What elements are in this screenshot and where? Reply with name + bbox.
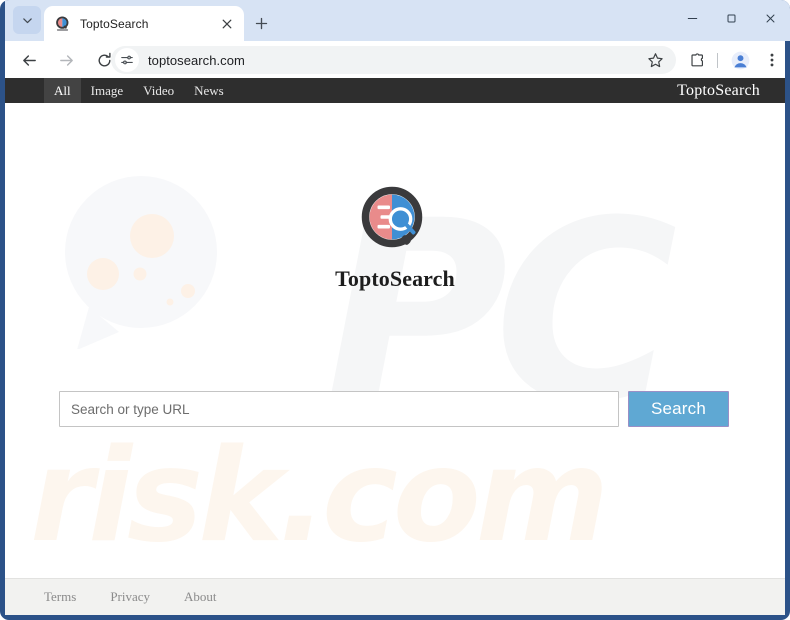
close-x-icon xyxy=(766,14,774,23)
watermark-risk-text: risk.com xyxy=(30,422,609,571)
site-nav-bar: All Image Video News ToptoSearch xyxy=(5,78,785,103)
page-content: PC risk.com All Image Video News ToptoSe… xyxy=(5,78,785,615)
search-row: Search xyxy=(59,391,735,427)
tab-title: ToptoSearch xyxy=(80,16,149,31)
site-nav-item-label: News xyxy=(194,82,224,98)
window-maximize-button[interactable] xyxy=(709,2,753,35)
new-tab-button[interactable] xyxy=(248,10,275,37)
reload-icon xyxy=(98,52,111,66)
browser-tab-toptosearch[interactable]: ToptoSearch xyxy=(44,6,244,41)
site-nav-item-news[interactable]: News xyxy=(184,78,234,103)
maximize-square-icon xyxy=(727,14,735,23)
browser-window: ToptoSearch toptosearch.com PC risk.com … xyxy=(0,0,790,620)
tab-strip: ToptoSearch xyxy=(5,0,790,41)
puzzle-piece-icon xyxy=(690,52,703,66)
close-x-icon xyxy=(222,19,232,28)
toolbar-divider xyxy=(717,53,718,68)
site-nav-item-label: Image xyxy=(90,82,124,98)
back-button[interactable] xyxy=(16,47,42,73)
footer-link-about[interactable]: About xyxy=(184,589,217,605)
site-nav-item-image[interactable]: Image xyxy=(81,78,133,103)
watermark-layer: PC risk.com xyxy=(5,78,785,615)
logo-block: ToptoSearch xyxy=(5,186,785,292)
site-settings-tune-icon[interactable] xyxy=(115,48,139,72)
logo-wordmark: ToptoSearch xyxy=(335,266,455,291)
window-minimize-button[interactable] xyxy=(670,2,714,35)
site-nav-item-all[interactable]: All xyxy=(44,78,81,103)
profile-avatar-icon xyxy=(731,51,749,69)
site-nav-items: All Image Video News xyxy=(44,78,234,103)
logo-magnifier-eq-icon xyxy=(361,186,423,248)
tune-sliders-icon xyxy=(121,55,133,65)
three-dot-menu-icon xyxy=(770,53,774,67)
address-bar-url-text: toptosearch.com xyxy=(148,52,245,68)
search-input[interactable] xyxy=(59,391,619,427)
back-arrow-icon xyxy=(22,54,36,66)
footer-link-privacy[interactable]: Privacy xyxy=(110,589,150,605)
site-nav-item-video[interactable]: Video xyxy=(133,78,184,103)
site-nav-item-label: All xyxy=(54,82,71,98)
forward-button xyxy=(53,47,79,73)
toptosearch-logo-mark xyxy=(358,186,432,260)
address-bar[interactable]: toptosearch.com xyxy=(111,46,676,74)
minimize-icon xyxy=(687,17,697,20)
profile-avatar[interactable] xyxy=(727,47,753,73)
search-button[interactable]: Search xyxy=(628,391,729,427)
site-nav-item-label: Video xyxy=(143,82,175,98)
chrome-menu-button[interactable] xyxy=(760,47,784,73)
plus-icon xyxy=(255,17,268,30)
bookmark-star-button[interactable] xyxy=(642,47,668,73)
extensions-button[interactable] xyxy=(684,47,710,73)
tab-close-icon[interactable] xyxy=(218,15,236,33)
browser-toolbar: toptosearch.com xyxy=(5,41,785,78)
footer-link-terms[interactable]: Terms xyxy=(44,589,76,605)
favicon-glyph xyxy=(56,15,69,31)
toptosearch-favicon xyxy=(55,15,71,32)
star-icon xyxy=(647,52,663,67)
window-close-button[interactable] xyxy=(748,2,790,35)
forward-arrow-icon xyxy=(59,54,73,66)
site-brand-name: ToptoSearch xyxy=(677,81,760,99)
chevron-down-icon xyxy=(22,17,32,23)
site-footer: Terms Privacy About xyxy=(5,578,785,615)
tab-search-chevron-down-icon[interactable] xyxy=(13,6,41,34)
